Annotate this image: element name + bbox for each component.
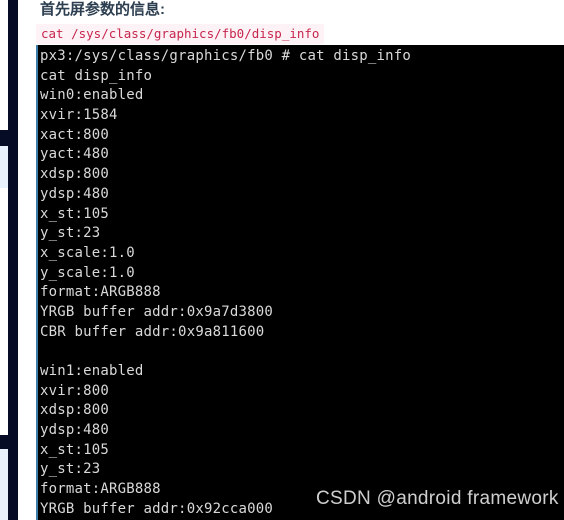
terminal-line: yact:480 [40,146,110,163]
rail-dark-stub-bottom [0,435,9,449]
terminal-line: format:ARGB888 [40,284,161,301]
terminal-line: win1:enabled [40,363,144,379]
page-heading: 首先屏参数的信息: [40,1,165,18]
rail-dark-bar [8,0,18,520]
terminal-line: y_scale:1.0 [40,264,135,281]
terminal-line: cat disp_info [40,67,153,84]
terminal-line: x_st:105 [40,441,110,458]
terminal-line: CBR buffer addr:0x9a811600 [40,323,265,340]
rail-tint-bottom [0,449,8,520]
left-page-rail [0,0,36,520]
terminal-line: xdsp:800 [40,166,110,183]
csdn-watermark: CSDN @android framework [316,488,559,509]
terminal-line: xvir:800 [40,382,110,399]
rail-dark-stub-top [0,130,9,146]
terminal-line: y_st:23 [40,225,101,242]
terminal-line: xdsp:800 [40,402,110,419]
terminal-line: win0:enabled [40,87,144,104]
terminal-line: ydsp:480 [40,185,110,202]
terminal-output-panel[interactable]: px3:/sys/class/graphics/fb0 # cat disp_i… [36,45,564,520]
rail-tint-top [0,146,8,188]
terminal-lines: px3:/sys/class/graphics/fb0 # cat disp_i… [38,45,564,520]
terminal-line: y_st:23 [40,461,101,478]
terminal-line: YRGB buffer addr:0x9a7d3800 [40,303,273,320]
terminal-line: ydsp:480 [40,422,110,439]
inline-code-command: cat /sys/class/graphics/fb0/disp_info [36,24,325,44]
terminal-line: xvir:1584 [40,107,118,124]
terminal-line: xact:800 [40,126,110,143]
terminal-line: px3:/sys/class/graphics/fb0 # cat disp_i… [40,48,412,64]
terminal-line: x_scale:1.0 [40,244,135,261]
terminal-line: x_st:105 [40,205,110,222]
